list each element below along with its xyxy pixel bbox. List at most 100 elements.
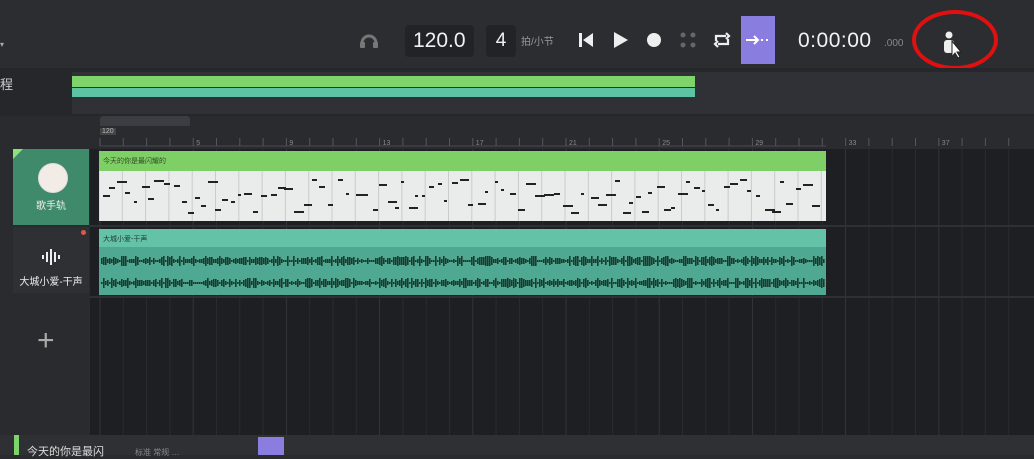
waveform-bar <box>199 282 201 284</box>
audio-clip[interactable]: 大城小爱-干声 <box>99 229 826 295</box>
waveform-bar <box>763 257 765 265</box>
loop-icon[interactable] <box>710 27 734 53</box>
vocal-clip[interactable]: 今天的你是最闪耀的 <box>98 151 826 221</box>
waveform-bar <box>261 257 263 265</box>
waveform-bar <box>521 258 523 264</box>
waveform-bar <box>305 279 307 287</box>
note <box>724 186 730 188</box>
waveform-bar <box>523 279 525 287</box>
waveform-bar <box>693 260 695 262</box>
waveform-bar <box>371 260 373 262</box>
waveform-bar <box>683 256 685 266</box>
waveform-bar <box>161 278 163 288</box>
waveform-bar <box>373 260 375 262</box>
waveform-bar <box>811 282 813 284</box>
grid-snap-icon[interactable] <box>676 27 700 53</box>
waveform-bar <box>415 260 417 262</box>
waveform-bar <box>429 258 431 264</box>
waveform-bar <box>171 282 173 284</box>
waveform-bar <box>685 281 687 285</box>
timeline-ruler[interactable]: 120 5 9 13 17 21 25 29 33 37 <box>90 116 1034 149</box>
waveform-bar <box>181 260 183 262</box>
waveform-bar <box>699 282 701 284</box>
waveform-bar <box>813 256 815 266</box>
note <box>125 192 130 194</box>
note <box>415 195 418 197</box>
singer-avatar[interactable] <box>38 163 68 193</box>
waveform-bar <box>129 259 131 263</box>
waveform-bar <box>543 278 545 288</box>
waveform-bar <box>823 279 825 287</box>
menu-dropdown-icon[interactable]: ▾ <box>0 40 4 49</box>
waveform-bar <box>381 256 383 266</box>
add-track-button[interactable]: + <box>37 324 55 358</box>
waveform-bar <box>549 280 551 286</box>
waveform-bar <box>155 279 157 287</box>
waveform-bar <box>757 282 759 284</box>
track-header-audio[interactable]: 大城小爱-干声 <box>13 227 89 293</box>
waveform-bar <box>735 278 737 288</box>
waveform-bar <box>475 260 477 262</box>
waveform-bar <box>445 279 447 287</box>
waveform-bar <box>709 278 711 288</box>
waveform-bar <box>375 258 377 264</box>
waveform-bar <box>453 259 455 263</box>
waveform-bar <box>783 256 785 266</box>
waveform-bar <box>293 282 295 284</box>
waveform-bar <box>511 280 513 286</box>
tempo-field[interactable]: 120.0 <box>405 25 474 57</box>
waveform-bar <box>341 280 343 286</box>
note <box>581 193 584 195</box>
time-signature-field[interactable]: 4 <box>486 25 516 57</box>
waveform-bar <box>493 280 495 286</box>
waveform-bar <box>789 282 791 284</box>
track-header-vocal[interactable]: 歌手轨 <box>13 149 89 225</box>
waveform-bar <box>295 260 297 262</box>
waveform-bar <box>803 278 805 288</box>
waveform-bar <box>489 256 491 266</box>
play-icon[interactable] <box>608 27 632 53</box>
waveform-bar <box>353 278 355 288</box>
note <box>373 209 378 211</box>
note <box>195 197 200 199</box>
waveform-bar <box>599 260 601 262</box>
time-display: 0:00:00 <box>798 29 872 52</box>
waveform-bar <box>171 256 173 266</box>
waveform-bar <box>471 280 473 286</box>
select-tool-button[interactable] <box>258 437 284 455</box>
waveform-bar <box>773 259 775 263</box>
waveform-bar <box>359 281 361 285</box>
waveform-bar <box>669 282 671 284</box>
record-icon[interactable] <box>642 27 666 53</box>
waveform-bar <box>591 256 593 266</box>
waveform-bar <box>349 279 351 287</box>
waveform-bar <box>603 280 605 286</box>
waveform-bar <box>251 259 253 263</box>
waveform-bar <box>799 259 801 263</box>
waveform-bar <box>793 280 795 286</box>
waveform-bar <box>327 281 329 285</box>
follow-playhead-button[interactable] <box>741 16 775 64</box>
waveform-bar <box>667 256 669 266</box>
record-arm-indicator[interactable] <box>81 230 86 235</box>
waveform-bar <box>713 257 715 265</box>
waveform-bar <box>261 280 263 286</box>
waveform-bar <box>325 279 327 287</box>
waveform-bar <box>605 280 607 286</box>
waveform-bar <box>577 256 579 266</box>
waveform-bar <box>743 257 745 265</box>
waveform-bar <box>321 281 323 285</box>
waveform-bar <box>741 282 743 284</box>
waveform-bar <box>607 260 609 262</box>
waveform-bar <box>705 279 707 287</box>
waveform-bar <box>637 257 639 265</box>
overview-audio-bar <box>72 88 695 97</box>
waveform-bar <box>153 280 155 286</box>
skip-back-icon[interactable] <box>574 27 598 53</box>
waveform-bar <box>565 260 567 262</box>
waveform-bar <box>447 259 449 263</box>
waveform-bar <box>521 278 523 288</box>
waveform-bar <box>281 259 283 263</box>
waveform-bar <box>393 257 395 265</box>
metronome-icon[interactable] <box>357 27 381 51</box>
